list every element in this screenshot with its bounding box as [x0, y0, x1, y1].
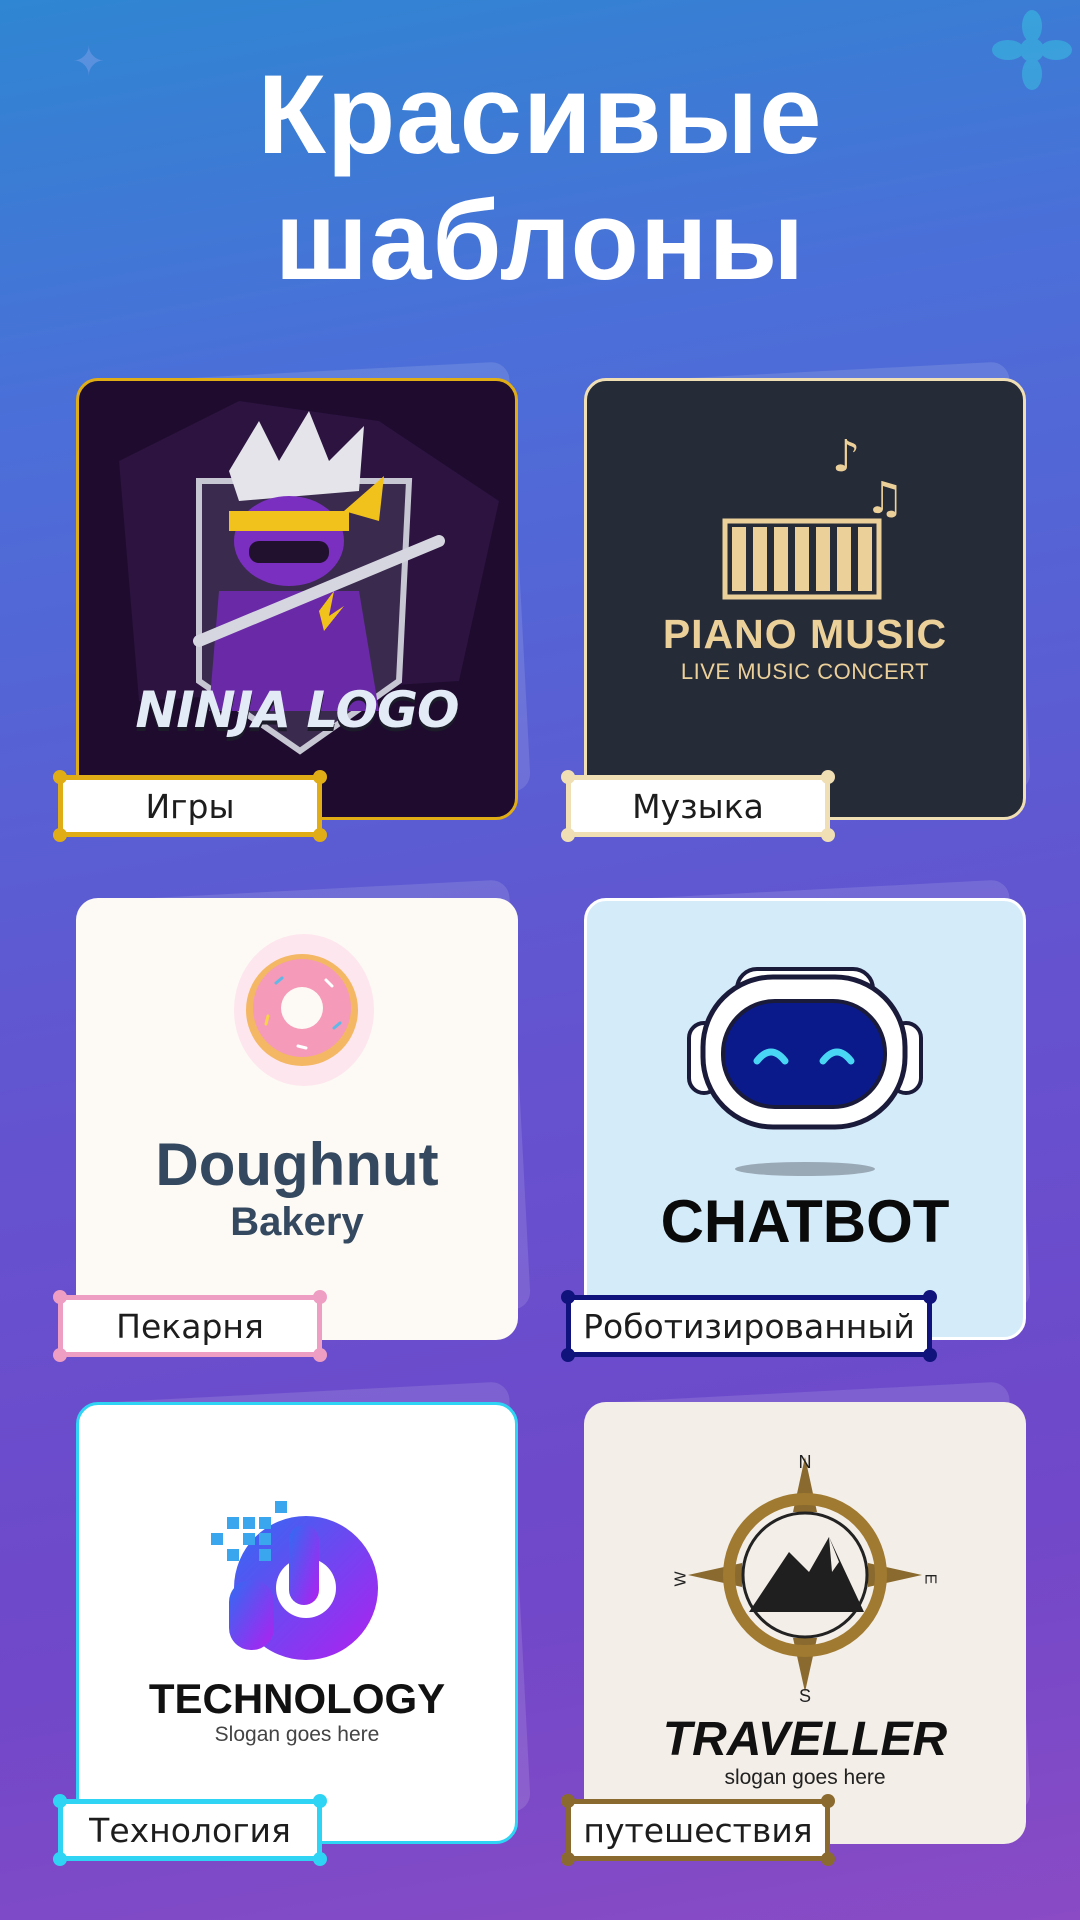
- category-tag-games[interactable]: Игры: [53, 770, 327, 842]
- category-tag-robotic[interactable]: Роботизированный: [561, 1290, 937, 1362]
- category-label: Технология: [89, 1810, 291, 1850]
- headline-line-2: шаблоны: [274, 178, 806, 303]
- traveller-logo-slogan: slogan goes here: [724, 1766, 886, 1789]
- category-tag-music[interactable]: Музыка: [561, 770, 835, 842]
- piano-logo-subtitle: LIVE MUSIC CONCERT: [680, 659, 930, 684]
- compass-south-label: S: [798, 1686, 811, 1706]
- bakery-logo-title: Doughnut: [155, 1131, 439, 1198]
- traveller-logo-title: TRAVELLER: [662, 1713, 948, 1766]
- template-card-traveller[interactable]: N S E W TRAVELLER slogan goes here: [584, 1402, 1026, 1844]
- svg-text:♫: ♫: [865, 473, 904, 524]
- bakery-logo-subtitle: Bakery: [230, 1200, 364, 1244]
- technology-logo-icon: [211, 1501, 378, 1660]
- compass-north-label: N: [798, 1452, 812, 1472]
- technology-logo-title: TECHNOLOGY: [148, 1675, 446, 1722]
- category-label: путешествия: [583, 1810, 813, 1850]
- doughnut-icon: [234, 934, 374, 1086]
- ninja-logo-text: NINJA LOGO: [135, 681, 459, 739]
- chatbot-logo-title: CHATBOT: [660, 1188, 950, 1255]
- technology-logo-slogan: Slogan goes here: [214, 1723, 380, 1746]
- headline-line-1: Красивые: [257, 52, 823, 177]
- compass-east-label: E: [921, 1573, 939, 1585]
- template-card-technology[interactable]: TECHNOLOGY Slogan goes here: [76, 1402, 518, 1844]
- piano-logo-illustration: ♪ ♫: [722, 431, 904, 600]
- piano-logo-title: PIANO MUSIC: [662, 611, 948, 657]
- category-tag-technology[interactable]: Технология: [53, 1794, 327, 1866]
- category-tag-travel[interactable]: путешествия: [561, 1794, 835, 1866]
- category-label: Пекарня: [116, 1306, 264, 1346]
- svg-text:♪: ♪: [832, 431, 860, 482]
- compass-west-label: W: [672, 1571, 690, 1587]
- template-card-bakery[interactable]: Doughnut Bakery: [76, 898, 518, 1340]
- category-label: Роботизированный: [583, 1306, 915, 1346]
- robot-head-icon: [687, 967, 923, 1176]
- template-card-ninja[interactable]: NINJA LOGO: [76, 378, 518, 820]
- template-card-piano[interactable]: ♪ ♫ PIANO MUSIC LIVE MUSIC CONCERT: [584, 378, 1026, 820]
- page-headline: Красивые шаблоны: [0, 52, 1080, 304]
- category-label: Музыка: [632, 786, 764, 826]
- category-label: Игры: [145, 786, 235, 826]
- ninja-logo-illustration: [119, 401, 499, 755]
- template-card-chatbot[interactable]: CHATBOT: [584, 898, 1026, 1340]
- category-tag-bakery[interactable]: Пекарня: [53, 1290, 327, 1362]
